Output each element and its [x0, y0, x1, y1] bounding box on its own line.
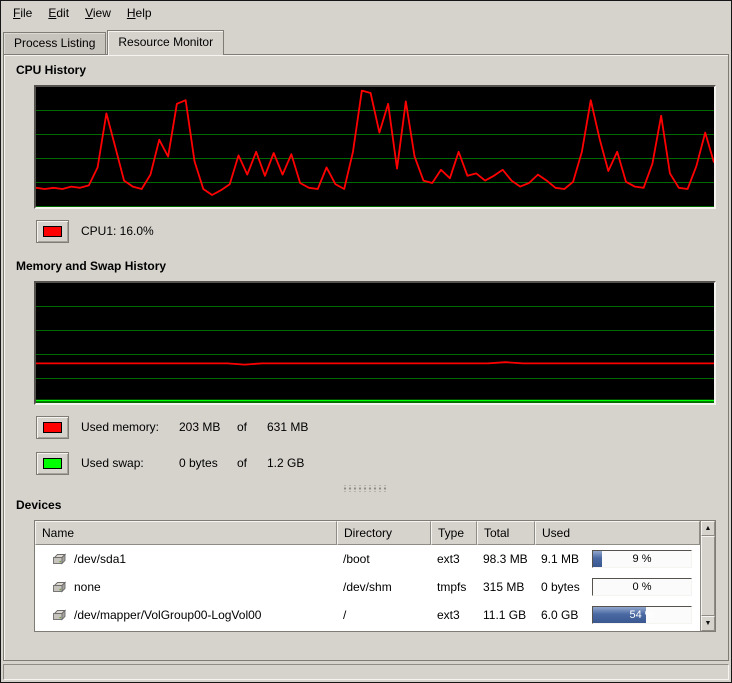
device-name: /dev/mapper/VolGroup00-LogVol00 — [74, 608, 261, 622]
cpu-legend: CPU1: 16.0% — [36, 219, 716, 243]
menubar: File Edit View Help — [1, 1, 731, 25]
device-directory: /dev/shm — [337, 580, 431, 594]
device-usage-bar: 0 % — [592, 578, 692, 596]
menu-edit[interactable]: Edit — [40, 3, 77, 23]
cpu-color-swatch — [43, 226, 62, 237]
memory-color-swatch — [43, 422, 62, 433]
usage-bar-label: 54 % — [593, 607, 691, 623]
scroll-up-icon: ▲ — [705, 525, 712, 532]
cpu-legend-label: CPU1: 16.0% — [81, 224, 154, 238]
device-directory: / — [337, 608, 431, 622]
memory-total-value: 631 MB — [267, 420, 308, 434]
device-total: 98.3 MB — [477, 552, 535, 566]
memory-legend-label: Used memory: — [81, 420, 179, 434]
device-type: tmpfs — [431, 580, 477, 594]
system-monitor-window: File Edit View Help Process Listing Reso… — [0, 0, 732, 683]
usage-bar-label: 9 % — [593, 551, 691, 567]
devices-table-main: Name Directory Type Total Used — [35, 521, 700, 631]
device-name: none — [74, 580, 101, 594]
memory-history-graph — [34, 281, 716, 405]
device-name-cell: /dev/mapper/VolGroup00-LogVol00 — [35, 608, 337, 622]
device-type: ext3 — [431, 552, 477, 566]
device-row-sda1[interactable]: /dev/sda1 /boot ext3 98.3 MB 9.1 MB 9 % — [35, 545, 700, 573]
memory-of-label: of — [237, 420, 267, 434]
devices-table-body: /dev/sda1 /boot ext3 98.3 MB 9.1 MB 9 % — [35, 545, 700, 631]
scroll-up-button[interactable]: ▲ — [701, 521, 715, 536]
device-directory: /boot — [337, 552, 431, 566]
device-total: 315 MB — [477, 580, 535, 594]
disk-icon — [51, 552, 67, 566]
device-used: 6.0 GB — [541, 608, 578, 622]
device-name-cell: /dev/sda1 — [35, 552, 337, 566]
memory-graph-canvas — [36, 283, 714, 403]
devices-table-header: Name Directory Type Total Used — [35, 521, 700, 545]
menu-view[interactable]: View — [77, 3, 119, 23]
column-header-used[interactable]: Used — [535, 521, 700, 545]
memory-history-title: Memory and Swap History — [16, 259, 720, 273]
device-usage-bar: 9 % — [592, 550, 692, 568]
device-used-cell: 9.1 MB 9 % — [535, 550, 700, 568]
disk-icon — [51, 580, 67, 594]
device-name-cell: none — [35, 580, 337, 594]
tab-resource-monitor[interactable]: Resource Monitor — [107, 30, 224, 55]
swap-color-button[interactable] — [36, 452, 69, 475]
scroll-down-button[interactable]: ▼ — [701, 616, 715, 631]
disk-icon — [51, 608, 67, 622]
scrollbar-thumb[interactable] — [701, 536, 715, 616]
swap-legend-label: Used swap: — [81, 456, 179, 470]
column-header-type[interactable]: Type — [431, 521, 477, 545]
device-total: 11.1 GB — [477, 608, 535, 622]
device-used-cell: 0 bytes 0 % — [535, 578, 700, 596]
devices-table: Name Directory Type Total Used — [34, 520, 716, 632]
tab-process-listing[interactable]: Process Listing — [3, 32, 106, 54]
column-header-directory[interactable]: Directory — [337, 521, 431, 545]
cpu-history-graph — [34, 85, 716, 209]
cpu-history-title: CPU History — [16, 63, 720, 77]
device-name: /dev/sda1 — [74, 552, 126, 566]
pane-resize-grip[interactable] — [342, 485, 388, 492]
memory-color-button[interactable] — [36, 416, 69, 439]
device-usage-bar: 54 % — [592, 606, 692, 624]
device-used: 9.1 MB — [541, 552, 579, 566]
cpu-color-button[interactable] — [36, 220, 69, 243]
menu-file[interactable]: File — [5, 3, 40, 23]
device-type: ext3 — [431, 608, 477, 622]
device-row-shm[interactable]: none /dev/shm tmpfs 315 MB 0 bytes 0 % — [35, 573, 700, 601]
vertical-scrollbar: ▲ ▼ — [700, 521, 715, 631]
resource-monitor-page: CPU History CPU1: 16.0% Memory and Swap … — [3, 54, 729, 661]
column-header-total[interactable]: Total — [477, 521, 535, 545]
tab-bar: Process Listing Resource Monitor — [3, 27, 729, 54]
swap-of-label: of — [237, 456, 267, 470]
cpu-graph-canvas — [36, 87, 714, 207]
notebook: Process Listing Resource Monitor CPU His… — [1, 25, 731, 661]
swap-total-value: 1.2 GB — [267, 456, 304, 470]
device-used: 0 bytes — [541, 580, 580, 594]
device-row-logvol[interactable]: /dev/mapper/VolGroup00-LogVol00 / ext3 1… — [35, 601, 700, 629]
column-header-name[interactable]: Name — [35, 521, 337, 545]
menu-help[interactable]: Help — [119, 3, 160, 23]
scroll-down-icon: ▼ — [705, 620, 712, 627]
device-used-cell: 6.0 GB 54 % — [535, 606, 700, 624]
usage-bar-label: 0 % — [593, 579, 691, 595]
devices-title: Devices — [16, 498, 720, 512]
swap-used-value: 0 bytes — [179, 456, 237, 470]
swap-legend: Used swap: 0 bytes of 1.2 GB — [36, 451, 716, 475]
swap-color-swatch — [43, 458, 62, 469]
status-bar — [3, 664, 729, 680]
memory-legend: Used memory: 203 MB of 631 MB — [36, 415, 716, 439]
memory-used-value: 203 MB — [179, 420, 237, 434]
